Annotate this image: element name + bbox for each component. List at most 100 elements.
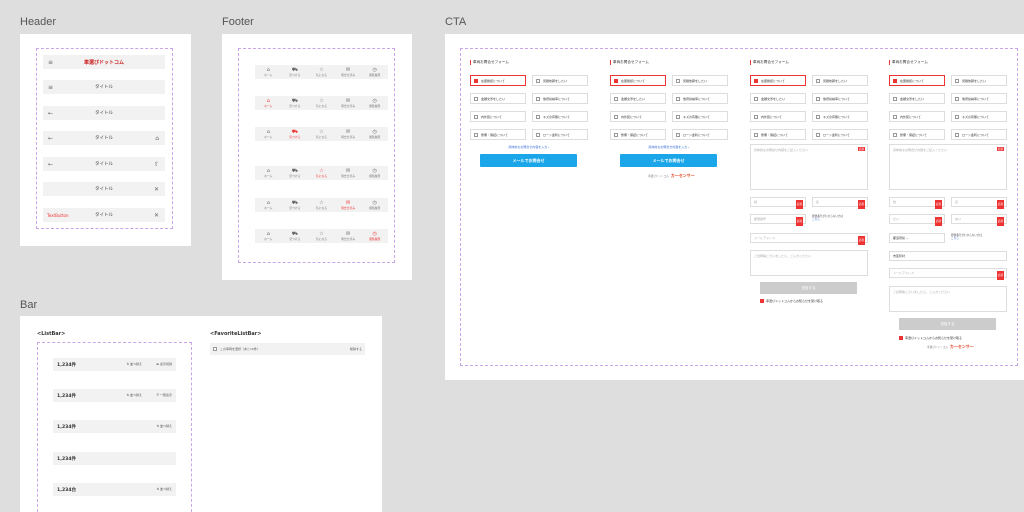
inquiry-option-checkbox[interactable]: ローン金利について <box>812 129 868 140</box>
inquiry-option-checkbox[interactable]: ローン金利について <box>532 129 588 140</box>
share-icon[interactable]: ⇧ <box>154 161 159 168</box>
footer-tab[interactable]: ⌂ ホーム <box>257 231 279 241</box>
footer-tab[interactable]: ☆ 気になる <box>310 129 332 139</box>
kana-input[interactable]: めい 必須 <box>951 214 1007 226</box>
inquiry-option-checkbox[interactable]: キズの有無について <box>812 111 868 122</box>
inquiry-option-checkbox[interactable]: 整備・保証について <box>889 129 945 140</box>
submit-button[interactable]: 送信する <box>899 318 996 330</box>
sort-button[interactable]: ⇅ 並べ替え <box>157 424 172 428</box>
inquiry-option-checkbox[interactable]: キズの有無について <box>951 111 1007 122</box>
inquiry-option-checkbox[interactable]: 整備・保証について <box>750 129 806 140</box>
inquiry-option-checkbox[interactable]: 金額交渉をしたい <box>470 93 526 104</box>
inquiry-option-checkbox[interactable]: 金額交渉をしたい <box>610 93 666 104</box>
inquiry-option-checkbox[interactable]: ローン金利について <box>951 129 1007 140</box>
submit-button[interactable]: 送信する <box>760 282 857 294</box>
footer-tab[interactable]: ☆ 気になる <box>310 98 332 108</box>
inquiry-textarea[interactable]: 具体的なお問合せ内容をご記入ください 必須 <box>889 144 1007 190</box>
delete-button[interactable]: 削除する <box>350 347 362 351</box>
footer-tab[interactable]: ⌂ ホーム <box>257 67 279 77</box>
inquiry-option-checkbox[interactable]: 内外装について <box>889 111 945 122</box>
footer-tab[interactable]: ◷ 閲覧履歴 <box>364 67 386 77</box>
inquiry-option-checkbox[interactable]: 見積依頼をしたい <box>532 75 588 86</box>
name-input[interactable]: 姓 必須 <box>750 197 806 209</box>
footer-tab[interactable]: ◷ 閲覧履歴 <box>364 129 386 139</box>
inquiry-option-checkbox[interactable]: 他府県納車について <box>532 93 588 104</box>
footer-tab[interactable]: ◷ 閲覧履歴 <box>364 231 386 241</box>
footer-tab[interactable]: ⛟ 見つける <box>284 129 306 139</box>
zip-help-link[interactable]: こちら <box>951 237 959 240</box>
sort-button[interactable]: ⇅ 並べ替え <box>157 487 172 491</box>
kana-input[interactable]: せい 必須 <box>889 214 945 226</box>
footer-tab[interactable]: ⛟ 見つける <box>284 231 306 241</box>
home-icon[interactable]: ⌂ <box>155 135 159 142</box>
inquiry-option-checkbox[interactable]: 在庫確認について <box>610 75 666 86</box>
name-input[interactable]: 名 必須 <box>951 197 1007 209</box>
footer-tab[interactable]: ☆ 気になる <box>310 231 332 241</box>
site-logo[interactable]: 車選びドットコム <box>43 59 165 66</box>
footer-tab[interactable]: ⌂ ホーム <box>257 200 279 210</box>
footer-tab[interactable]: ⛟ 見つける <box>284 98 306 108</box>
close-icon[interactable]: ✕ <box>154 212 159 219</box>
zip-input[interactable]: 郵便番号 必須 <box>750 214 806 226</box>
inquiry-option-checkbox[interactable]: 在庫確認について <box>750 75 806 86</box>
footer-tab[interactable]: ☆ 気になる <box>310 168 332 178</box>
inquiry-option-checkbox[interactable]: 見積依頼をしたい <box>812 75 868 86</box>
sort-button[interactable]: ⇅ 並べ替え <box>127 362 142 366</box>
footer-tab[interactable]: ☆ 気になる <box>310 67 332 77</box>
email-input[interactable]: メールアドレス 必須 <box>889 268 1007 280</box>
inquiry-option-checkbox[interactable]: 在庫確認について <box>889 75 945 86</box>
zip-help-link[interactable]: こちら <box>812 218 820 221</box>
inquiry-option-checkbox[interactable]: 内外装について <box>470 111 526 122</box>
footer-tab[interactable]: ⌂ ホーム <box>257 168 279 178</box>
view-toggle-button[interactable]: ⊞ 表示切替 <box>157 362 172 366</box>
prefecture-select[interactable]: 都道府県 ⌄ <box>889 233 945 243</box>
newsletter-agree[interactable]: 車選びドットコムからお知らせを受け取る <box>899 336 962 340</box>
footer-tab[interactable]: ✉ 問合せ済み <box>337 200 359 210</box>
footer-tab[interactable]: ◷ 閲覧履歴 <box>364 168 386 178</box>
name-input[interactable]: 姓 必須 <box>889 197 945 209</box>
inquiry-option-checkbox[interactable]: 内外装について <box>610 111 666 122</box>
footer-tab[interactable]: ◷ 閲覧履歴 <box>364 200 386 210</box>
footer-tab[interactable]: ☆ 気になる <box>310 200 332 210</box>
more-details-link[interactable]: 具体的なお問合せ内容を入力⌄ <box>470 145 588 149</box>
inquiry-option-checkbox[interactable]: 整備・保証について <box>470 129 526 140</box>
comment-textarea[interactable]: ご質問等ございましたら、ご入力ください <box>889 286 1007 312</box>
sort-button[interactable]: ⇅ 並べ替え <box>127 393 142 397</box>
inquiry-option-checkbox[interactable]: キズの有無について <box>532 111 588 122</box>
inquiry-option-checkbox[interactable]: 整備・保証について <box>610 129 666 140</box>
inquiry-option-checkbox[interactable]: 金額交渉をしたい <box>889 93 945 104</box>
footer-tab[interactable]: ✉ 問合せ済み <box>337 67 359 77</box>
inquiry-option-checkbox[interactable]: 内外装について <box>750 111 806 122</box>
list-view-button[interactable]: ☰ 一覧表示 <box>156 393 172 397</box>
footer-tab[interactable]: ✉ 問合せ済み <box>337 231 359 241</box>
city-select[interactable]: 市区町村 <box>889 251 1007 261</box>
close-icon[interactable]: ✕ <box>154 186 159 193</box>
inquiry-option-checkbox[interactable]: 金額交渉をしたい <box>750 93 806 104</box>
footer-tab[interactable]: ✉ 問合せ済み <box>337 129 359 139</box>
inquiry-option-checkbox[interactable]: 他府県納車について <box>672 93 728 104</box>
agree-checkbox[interactable] <box>760 299 764 303</box>
newsletter-agree[interactable]: 車選びドットコムからお知らせを受け取る <box>760 299 823 303</box>
inquiry-option-checkbox[interactable]: キズの有無について <box>672 111 728 122</box>
email-input[interactable]: メールアドレス 必須 <box>750 233 868 245</box>
inquiry-option-checkbox[interactable]: ローン金利について <box>672 129 728 140</box>
mail-inquiry-button[interactable]: メールでお問合せ <box>620 154 717 167</box>
inquiry-option-checkbox[interactable]: 見積依頼をしたい <box>672 75 728 86</box>
name-input[interactable]: 名 必須 <box>812 197 868 209</box>
inquiry-option-checkbox[interactable]: 他府県納車について <box>951 93 1007 104</box>
inquiry-option-checkbox[interactable]: 在庫確認について <box>470 75 526 86</box>
select-checkbox[interactable] <box>213 347 217 351</box>
footer-tab[interactable]: ⛟ 見つける <box>284 67 306 77</box>
footer-tab[interactable]: ◷ 閲覧履歴 <box>364 98 386 108</box>
footer-tab[interactable]: ✉ 問合せ済み <box>337 168 359 178</box>
inquiry-option-checkbox[interactable]: 見積依頼をしたい <box>951 75 1007 86</box>
agree-checkbox[interactable] <box>899 336 903 340</box>
footer-tab[interactable]: ✉ 問合せ済み <box>337 98 359 108</box>
footer-tab[interactable]: ⌂ ホーム <box>257 129 279 139</box>
footer-tab[interactable]: ⛟ 見つける <box>284 168 306 178</box>
inquiry-textarea[interactable]: 具体的なお問合せ内容をご記入ください 必須 <box>750 144 868 190</box>
comment-textarea[interactable]: ご質問等ございましたら、ご入力ください <box>750 250 868 276</box>
mail-inquiry-button[interactable]: メールでお問合せ <box>480 154 577 167</box>
inquiry-option-checkbox[interactable]: 他府県納車について <box>812 93 868 104</box>
footer-tab[interactable]: ⌂ ホーム <box>257 98 279 108</box>
